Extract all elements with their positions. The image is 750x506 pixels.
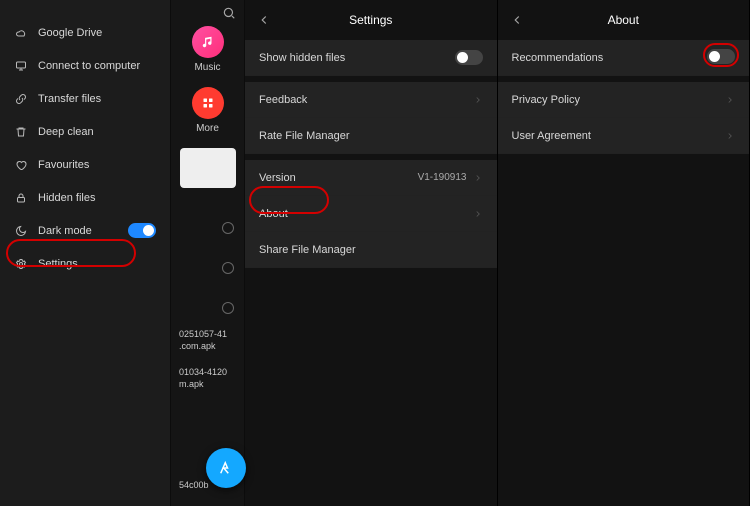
- about-title: About: [608, 13, 639, 27]
- drawer-item-label: Dark mode: [38, 225, 92, 237]
- chevron-right-icon: [725, 95, 735, 105]
- drawer-item-transfer-files[interactable]: Transfer files: [0, 82, 170, 115]
- chevron-right-icon: [473, 173, 483, 183]
- category-more[interactable]: More: [192, 87, 224, 134]
- moon-icon: [14, 225, 28, 237]
- monitor-icon: [14, 60, 28, 72]
- list-item[interactable]: [171, 288, 244, 328]
- row-label: About: [259, 208, 288, 220]
- link-icon: [14, 93, 28, 105]
- dark-mode-toggle[interactable]: [128, 223, 156, 238]
- drawer-item-hidden-files[interactable]: Hidden files: [0, 181, 170, 214]
- row-label: Feedback: [259, 94, 307, 106]
- file-strip: Music More 0251057-41 .com.apk 01034-412…: [170, 0, 245, 506]
- cloud-icon: [14, 27, 28, 39]
- about-header: About: [498, 0, 750, 40]
- radio-icon: [222, 222, 234, 234]
- file-name[interactable]: 0251057-41 .com.apk: [171, 328, 244, 352]
- drawer-item-settings[interactable]: Settings: [0, 247, 170, 280]
- gear-icon: [14, 258, 28, 270]
- search-icon[interactable]: [222, 6, 236, 20]
- fab-button[interactable]: [206, 448, 246, 488]
- back-button[interactable]: [257, 13, 271, 27]
- trash-icon: [14, 126, 28, 138]
- list-item[interactable]: [171, 248, 244, 288]
- drawer-item-label: Settings: [38, 258, 78, 270]
- grid-icon: [192, 87, 224, 119]
- recommendations-toggle[interactable]: [707, 49, 735, 64]
- show-hidden-toggle[interactable]: [455, 50, 483, 65]
- drawer-item-label: Connect to computer: [38, 60, 140, 72]
- row-show-hidden[interactable]: Show hidden files: [245, 40, 497, 76]
- chevron-right-icon: [725, 131, 735, 141]
- row-label: User Agreement: [512, 130, 591, 142]
- category-label: More: [196, 123, 219, 134]
- category-music[interactable]: Music: [192, 26, 224, 73]
- drawer-item-favourites[interactable]: Favourites: [0, 148, 170, 181]
- chevron-right-icon: [473, 95, 483, 105]
- drawer: Google Drive Connect to computer Transfe…: [0, 0, 170, 506]
- row-label: Share File Manager: [259, 244, 356, 256]
- radio-icon: [222, 302, 234, 314]
- music-icon: [192, 26, 224, 58]
- document-thumbnail[interactable]: [180, 148, 236, 188]
- version-value: V1-190913: [418, 172, 467, 183]
- row-recommendations[interactable]: Recommendations: [498, 40, 750, 76]
- radio-icon: [222, 262, 234, 274]
- file-name[interactable]: 01034-4120 m.apk: [171, 366, 244, 390]
- row-share[interactable]: Share File Manager: [245, 232, 497, 268]
- drawer-item-google-drive[interactable]: Google Drive: [0, 16, 170, 49]
- settings-panel: Settings Show hidden files Feedback Rate…: [245, 0, 498, 506]
- settings-header: Settings: [245, 0, 497, 40]
- row-feedback[interactable]: Feedback: [245, 82, 497, 118]
- row-label: Privacy Policy: [512, 94, 580, 106]
- row-label: Recommendations: [512, 52, 604, 64]
- row-user-agreement[interactable]: User Agreement: [498, 118, 750, 154]
- row-version: Version V1-190913: [245, 160, 497, 196]
- category-label: Music: [194, 62, 220, 73]
- list-item[interactable]: [171, 208, 244, 248]
- row-label: Show hidden files: [259, 52, 345, 64]
- back-button[interactable]: [510, 13, 524, 27]
- chevron-right-icon: [473, 209, 483, 219]
- drawer-item-label: Deep clean: [38, 126, 94, 138]
- drawer-item-label: Favourites: [38, 159, 89, 171]
- drawer-item-deep-clean[interactable]: Deep clean: [0, 115, 170, 148]
- row-label: Version: [259, 172, 296, 184]
- lock-icon: [14, 192, 28, 204]
- drawer-item-label: Google Drive: [38, 27, 102, 39]
- row-privacy[interactable]: Privacy Policy: [498, 82, 750, 118]
- drawer-item-dark-mode[interactable]: Dark mode: [0, 214, 170, 247]
- row-about[interactable]: About: [245, 196, 497, 232]
- drawer-item-label: Hidden files: [38, 192, 95, 204]
- heart-icon: [14, 159, 28, 171]
- settings-title: Settings: [349, 13, 392, 27]
- row-rate[interactable]: Rate File Manager: [245, 118, 497, 154]
- drawer-item-connect-computer[interactable]: Connect to computer: [0, 49, 170, 82]
- about-panel: About Recommendations Privacy Policy Use…: [498, 0, 750, 506]
- row-label: Rate File Manager: [259, 130, 350, 142]
- drawer-item-label: Transfer files: [38, 93, 101, 105]
